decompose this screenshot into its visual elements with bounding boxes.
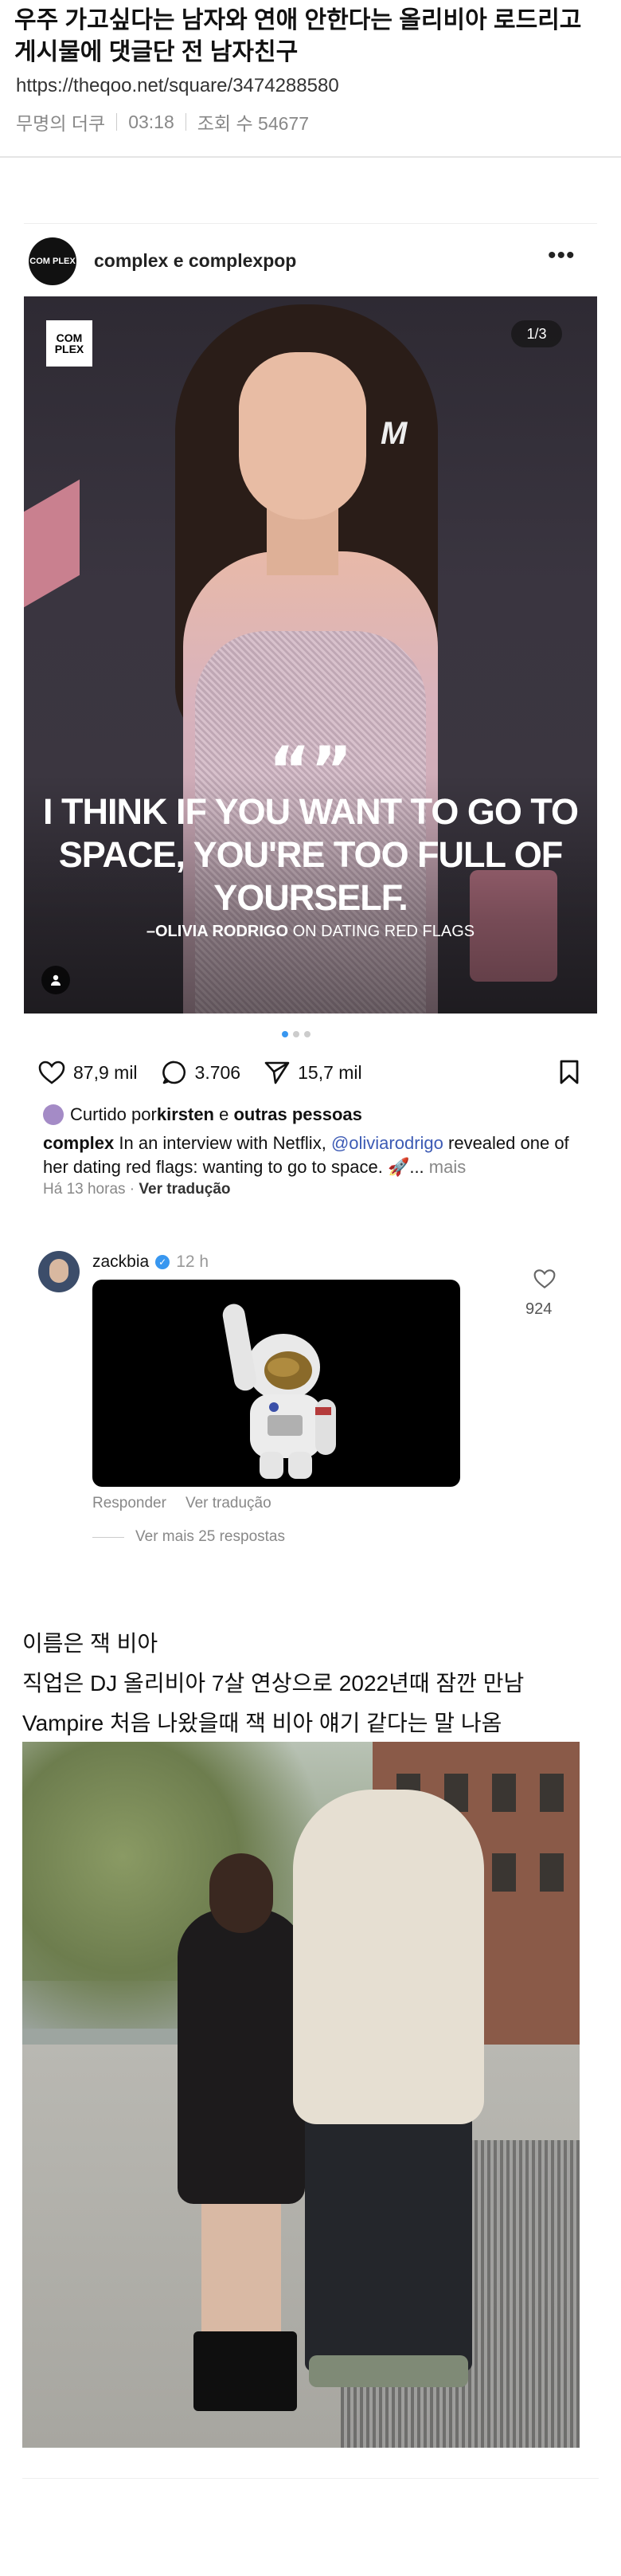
astronaut-image (222, 1304, 336, 1479)
comment-avatar[interactable] (38, 1251, 80, 1292)
like-button[interactable]: 87,9 mil (38, 1061, 138, 1084)
post-meta: 무명의 더쿠 03:18 조회 수 54677 (16, 108, 309, 135)
liked-by-others[interactable]: outras pessoas (233, 1104, 361, 1125)
ig-translate-link[interactable]: Ver tradução (139, 1181, 230, 1198)
bottom-divider (22, 2478, 599, 2479)
caption-mention-link[interactable]: @oliviarodrigo (331, 1133, 443, 1153)
carousel-dot[interactable] (293, 1031, 299, 1037)
comment-like-count: 924 (525, 1300, 553, 1318)
street-photo[interactable] (22, 1742, 580, 2448)
thread-line (92, 1536, 124, 1538)
share-button[interactable]: 15,7 mil (264, 1061, 362, 1084)
photo-person (193, 2331, 297, 2411)
comment-username[interactable]: zackbia (92, 1253, 149, 1272)
carousel-dots (282, 1031, 310, 1037)
ig-username[interactable]: complex e complexpop (94, 250, 296, 272)
ig-avatar[interactable]: COM PLEX (29, 237, 76, 285)
verified-icon: ✓ (155, 1255, 170, 1269)
photo-person (178, 1909, 305, 2204)
body-line: 직업은 DJ 올리비아 7살 연상으로 2022년때 잠깐 만남 (22, 1671, 525, 1696)
quote-text: I THINK IF YOU WANT TO GO TO SPACE, YOU'… (42, 791, 579, 918)
person-tag-icon[interactable] (41, 966, 70, 994)
image-counter-badge: 1/3 (511, 320, 562, 347)
photo-person (293, 1790, 484, 2124)
post-title: 우주 가고싶다는 남자와 연애 안한다는 올리비아 로드리고 게시물에 댓글단 … (14, 7, 582, 65)
ig-caption: complex In an interview with Netflix, @o… (43, 1131, 584, 1179)
post-url-link[interactable]: https://theqoo.net/square/3474288580 (16, 75, 339, 97)
comment-actions: Responder Ver tradução (92, 1495, 271, 1512)
quote-marks: “” (268, 733, 353, 807)
bookmark-icon[interactable] (559, 1060, 580, 1085)
body-line: 이름은 잭 비아 (22, 1631, 158, 1656)
header-divider (0, 156, 621, 158)
comment-translate-link[interactable]: Ver tradução (186, 1495, 271, 1512)
mtv-logo: M (381, 416, 408, 451)
liked-by-prefix: Curtido por (70, 1104, 157, 1124)
ig-time-row: Há 13 horas · Ver tradução (43, 1181, 231, 1198)
ig-post-image[interactable]: COM PLEX M 1/3 “” I THINK IF YOU WANT TO… (24, 296, 597, 1014)
liked-by-row: Curtido por kirsten e outras pessoas (43, 1104, 362, 1125)
share-count: 15,7 mil (298, 1061, 362, 1083)
caption-text: In an interview with Netflix, (114, 1133, 331, 1153)
ig-time-ago: Há 13 horas (43, 1181, 126, 1198)
reply-button[interactable]: Responder (92, 1495, 166, 1512)
quote-attribution: –OLIVIA RODRIGO ON DATING RED FLAGS (24, 923, 597, 941)
ig-action-bar: 87,9 mil 3.706 15,7 mil (38, 1057, 580, 1088)
photo-face (239, 352, 366, 520)
send-icon (264, 1061, 290, 1084)
liked-by-mid: e (214, 1104, 234, 1124)
body-line: Vampire 처음 나왔을때 잭 비아 얘기 같다는 말 나옴 (22, 1711, 502, 1735)
comment-heart-icon[interactable] (533, 1268, 556, 1289)
see-more-replies[interactable]: Ver mais 25 respostas (92, 1528, 285, 1546)
comment-header: zackbia ✓ 12 h (92, 1253, 209, 1272)
meta-divider (116, 113, 118, 131)
comment-gif-image[interactable] (92, 1280, 460, 1487)
liked-by-user[interactable]: kirsten (157, 1104, 214, 1125)
caption-more-link[interactable]: mais (429, 1157, 466, 1177)
caption-username[interactable]: complex (43, 1133, 114, 1153)
carousel-dot[interactable] (304, 1031, 310, 1037)
carousel-dot-active[interactable] (282, 1031, 288, 1037)
attribution-rest: ON DATING RED FLAGS (288, 923, 475, 940)
see-more-label: Ver mais 25 respostas (135, 1528, 285, 1545)
ellipsis-icon[interactable]: ••• (548, 242, 576, 269)
heart-icon (38, 1061, 65, 1084)
post-body: 이름은 잭 비아 직업은 DJ 올리비아 7살 연상으로 2022년때 잠깐 만… (22, 1624, 611, 1743)
complex-logo: COM PLEX (46, 320, 92, 367)
liked-by-avatar[interactable] (43, 1104, 64, 1125)
photo-person (309, 2355, 468, 2387)
post-author[interactable]: 무명의 더쿠 (16, 108, 105, 135)
like-count: 87,9 mil (73, 1061, 138, 1083)
comment-time: 12 h (176, 1253, 209, 1271)
comment-icon (162, 1061, 186, 1084)
attribution-name: –OLIVIA RODRIGO (146, 923, 289, 940)
embed-top-border (24, 223, 597, 224)
post-views: 조회 수 54677 (197, 113, 309, 134)
photo-person (305, 2108, 472, 2371)
comment-count: 3.706 (194, 1061, 241, 1083)
comment-button[interactable]: 3.706 (162, 1060, 241, 1085)
post-time: 03:18 (128, 111, 174, 132)
photo-person (209, 1853, 273, 1933)
